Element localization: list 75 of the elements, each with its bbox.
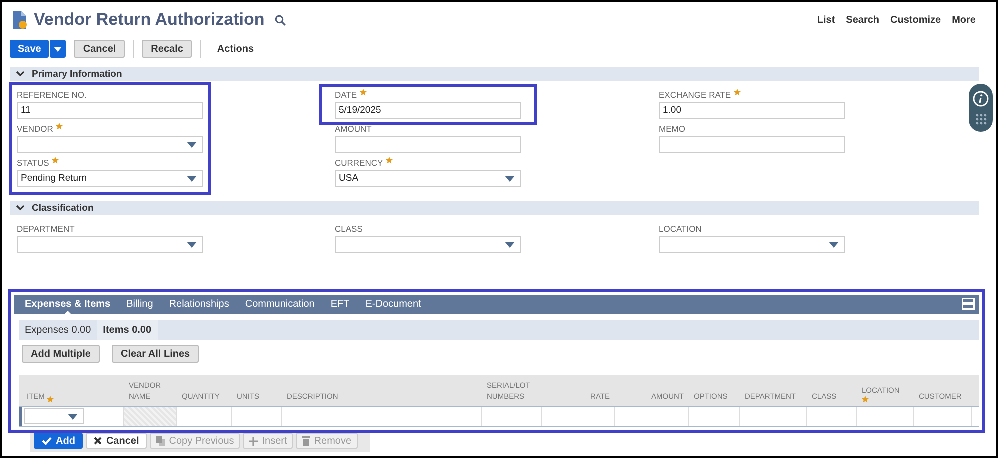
field-label: AMOUNT [335, 124, 372, 134]
subtab[interactable]: Items 0.00 [97, 320, 158, 340]
select-field[interactable]: Pending Return [17, 170, 203, 187]
dropdown-caret-icon [505, 176, 515, 182]
required-star-icon [46, 396, 54, 403]
select-field[interactable] [24, 408, 84, 424]
tab[interactable]: Expenses & Items [17, 295, 119, 314]
toolbar-button[interactable]: Recalc [142, 40, 192, 58]
input-field[interactable]: 1.00 [659, 102, 845, 119]
side-widget[interactable] [969, 84, 993, 132]
field-label: STATUS [17, 158, 50, 168]
caret-icon [54, 46, 62, 52]
dropdown-caret-icon [829, 242, 839, 248]
required-star-icon [734, 89, 742, 96]
line-button[interactable]: Add [34, 433, 84, 449]
required-star-icon [360, 89, 368, 96]
section-title: Classification [32, 202, 94, 214]
field-label: MEMO [659, 124, 686, 134]
field-label: LOCATION [659, 224, 702, 234]
tab[interactable]: Billing [118, 295, 162, 314]
input-field[interactable]: 5/19/2025 [335, 102, 521, 119]
header-link[interactable]: Customize [890, 14, 942, 26]
info-icon[interactable] [973, 90, 989, 107]
input-field[interactable]: 11 [17, 102, 203, 119]
select-field[interactable] [335, 236, 521, 253]
required-star-icon [862, 396, 869, 403]
plus-icon [249, 436, 258, 446]
dropdown-caret-icon [68, 414, 78, 420]
field-label: DEPARTMENT [17, 224, 75, 234]
dropdown-caret-icon [505, 242, 515, 248]
toolbar-button[interactable]: Cancel [74, 40, 126, 58]
dropdown-caret-icon [187, 242, 197, 248]
select-field[interactable] [659, 236, 845, 253]
select-field[interactable] [17, 236, 203, 253]
section-header[interactable]: Primary Information [10, 67, 979, 81]
tab[interactable]: Relationships [161, 295, 238, 314]
check-icon [42, 437, 52, 445]
trash-icon [302, 436, 310, 446]
sublist-button[interactable]: Clear All Lines [112, 345, 200, 363]
line-button[interactable]: Cancel [86, 433, 148, 449]
grid-icon[interactable] [976, 114, 986, 126]
actions-menu[interactable]: Actions [209, 40, 262, 58]
field-label: DATE [335, 90, 358, 100]
subtab[interactable]: Expenses 0.00 [19, 320, 98, 340]
field-label: REFERENCE NO. [17, 90, 87, 100]
save-button[interactable]: Save [10, 40, 50, 58]
required-star-icon [52, 157, 60, 164]
close-icon [94, 437, 102, 445]
header-link[interactable]: Search [846, 14, 880, 26]
section-header[interactable]: Classification [10, 201, 979, 215]
copy-icon [156, 436, 166, 446]
dropdown-caret-icon [187, 176, 197, 182]
field-label: EXCHANGE RATE [659, 90, 732, 100]
field-label: VENDOR [17, 124, 54, 134]
page-title: Vendor Return Authorization [34, 10, 265, 30]
header-link[interactable]: More [952, 14, 976, 26]
header-link[interactable]: List [817, 14, 836, 26]
search-icon[interactable] [274, 14, 286, 26]
section-title: Primary Information [32, 68, 122, 80]
save-menu-button[interactable] [50, 40, 66, 58]
required-star-icon [386, 157, 394, 164]
select-field[interactable] [17, 136, 203, 153]
field-label: CURRENCY [335, 158, 384, 168]
dropdown-caret-icon [187, 142, 197, 148]
tab[interactable]: Communication [237, 295, 323, 314]
tab[interactable]: EFT [322, 295, 358, 314]
field-label: CLASS [335, 224, 363, 234]
input-field[interactable] [659, 136, 845, 153]
record-icon [12, 10, 28, 30]
required-star-icon [56, 123, 64, 130]
input-field[interactable] [335, 136, 521, 153]
layout-toggle-icon[interactable] [962, 298, 975, 310]
select-field[interactable]: USA [335, 170, 521, 187]
sublist-button[interactable]: Add Multiple [22, 345, 100, 363]
tab[interactable]: E-Document [358, 295, 430, 314]
